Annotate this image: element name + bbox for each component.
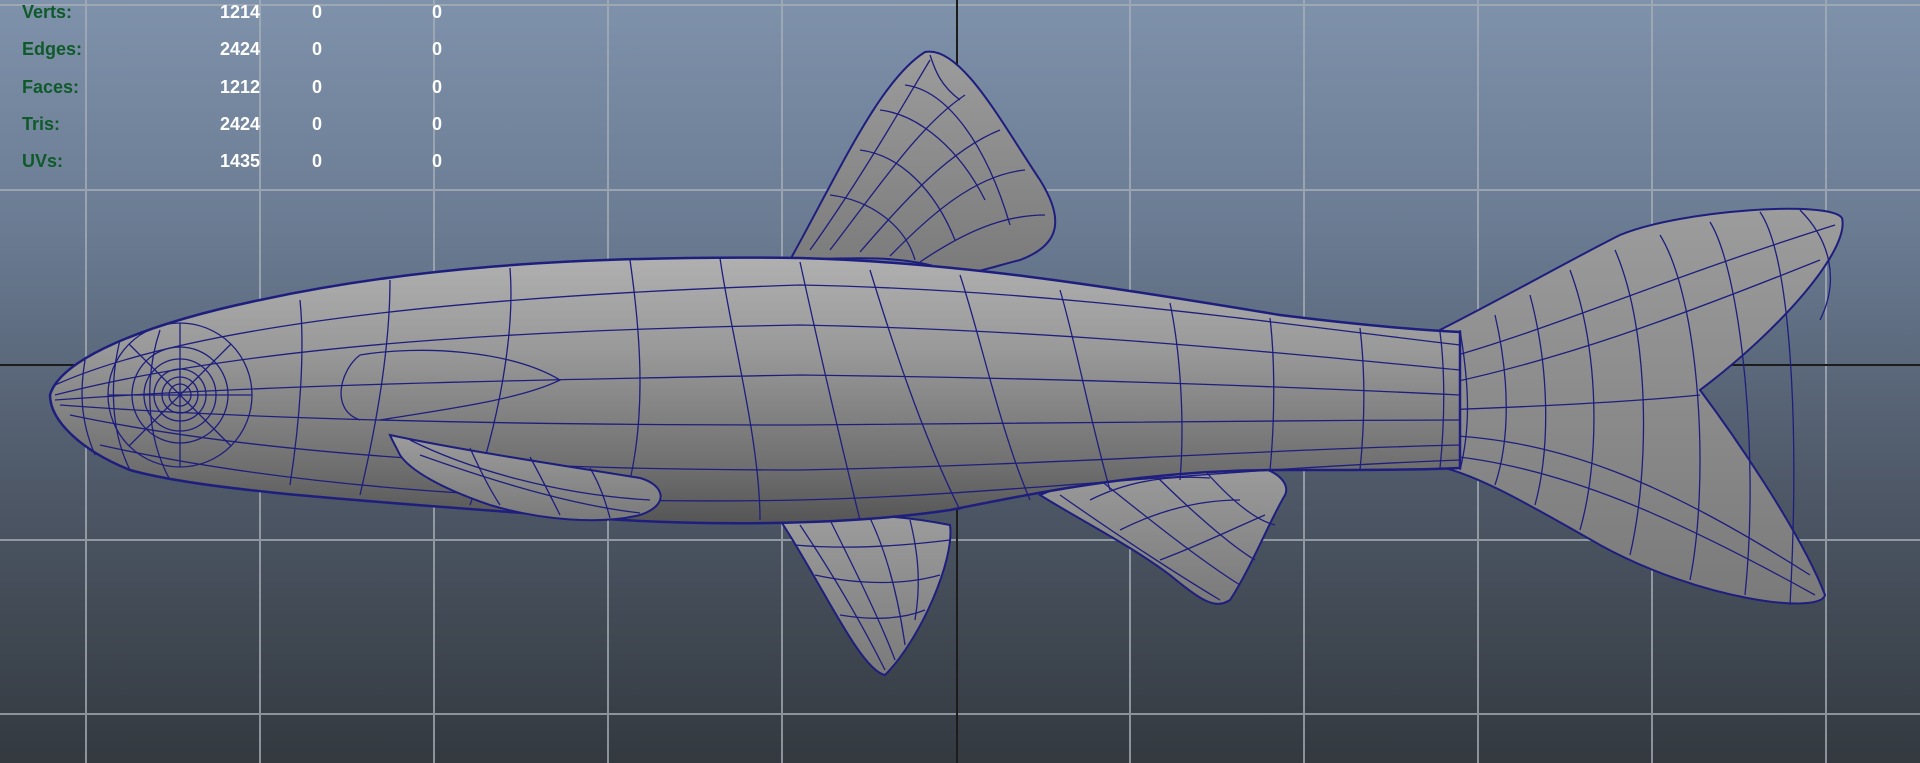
hud-value: 2424	[219, 113, 260, 134]
hud-label: UVs:	[22, 151, 64, 172]
hud-value: 0	[432, 2, 443, 22]
hud-value: 0	[432, 151, 443, 172]
hud-label: Edges:	[22, 39, 83, 60]
hud-value: 0	[312, 113, 323, 134]
hud-value: 0	[312, 2, 323, 22]
hud-value: 0	[432, 113, 443, 134]
hud-label: Faces:	[22, 76, 80, 97]
hud-value: 0	[432, 76, 443, 97]
hud-label: Verts:	[22, 2, 73, 22]
dorsal-fin	[788, 50, 1057, 275]
hud-value: 0	[312, 151, 323, 172]
hud-value: 2424	[219, 39, 260, 60]
hud-value: 0	[312, 39, 323, 60]
hud-value: 0	[312, 76, 323, 97]
viewport-panel[interactable]: Verts: 1214 0 0 Edges: 2424 0 0 Faces: 1…	[0, 0, 1920, 763]
hud-value: 1214	[219, 2, 260, 22]
hud-label: Tris:	[22, 113, 61, 134]
hud-value: 1435	[219, 151, 260, 172]
pelvic-fin	[778, 513, 952, 677]
caudal-fin	[1429, 207, 1844, 605]
fish-mesh-icon[interactable]	[0, 0, 1920, 763]
hud-value: 0	[432, 39, 443, 60]
hud-value: 1212	[219, 76, 260, 97]
